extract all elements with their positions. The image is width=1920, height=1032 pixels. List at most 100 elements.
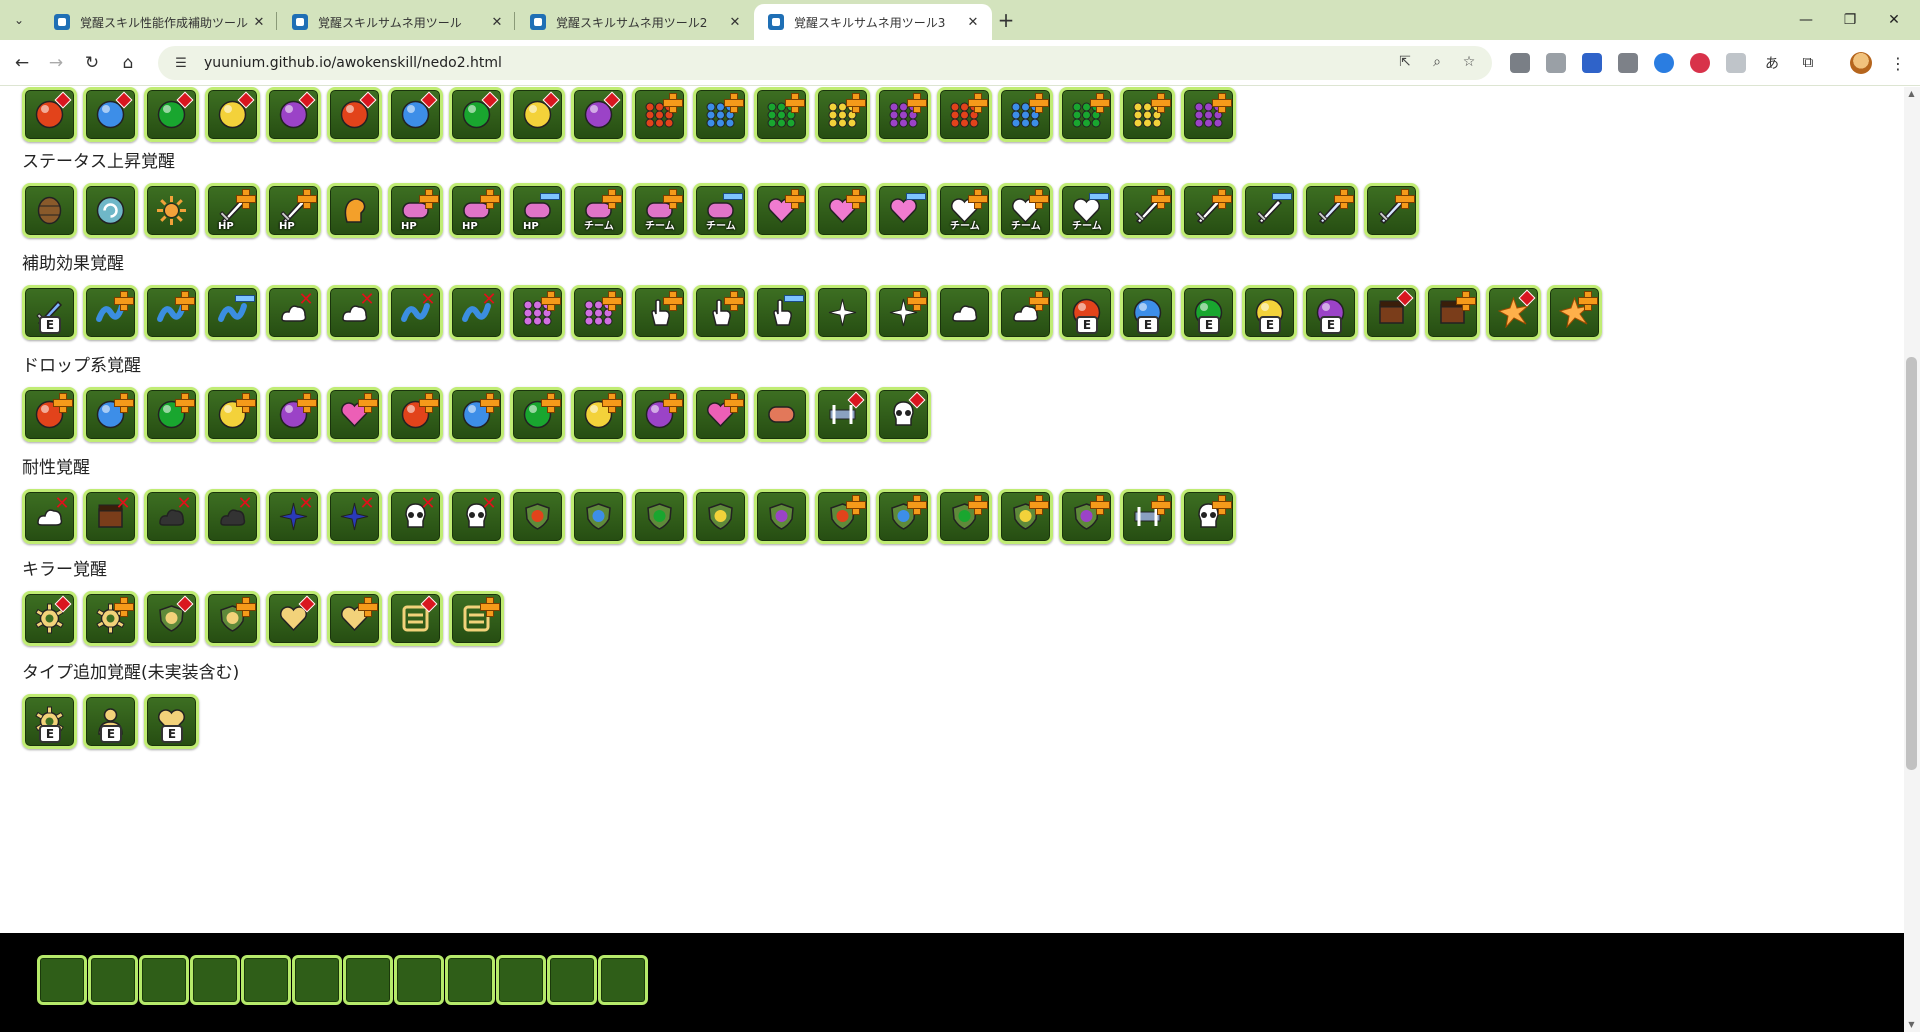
minimize-button[interactable]: — bbox=[1786, 6, 1826, 34]
awakening-dots-icon[interactable] bbox=[1120, 87, 1175, 142]
awakening-skull-icon[interactable]: ✕ bbox=[449, 489, 504, 544]
extension-3-icon[interactable] bbox=[1582, 53, 1602, 73]
tab-close-icon[interactable]: ✕ bbox=[964, 13, 982, 31]
awakening-slot[interactable] bbox=[445, 955, 495, 1005]
extension-7-icon[interactable] bbox=[1726, 53, 1746, 73]
awakening-skull-icon[interactable]: ✕ bbox=[388, 489, 443, 544]
awakening-pill-icon[interactable]: HP bbox=[449, 183, 504, 238]
awakening-hand-icon[interactable] bbox=[632, 285, 687, 340]
awakening-orb-icon[interactable] bbox=[388, 387, 443, 442]
awakening-hand-icon[interactable] bbox=[754, 285, 809, 340]
awakening-skull-icon[interactable] bbox=[1181, 489, 1236, 544]
awakening-wave-icon[interactable]: ✕ bbox=[449, 285, 504, 340]
awakening-cloud-icon[interactable]: ✕ bbox=[266, 285, 321, 340]
awakening-pill-icon[interactable]: HP bbox=[388, 183, 443, 238]
extension-5-icon[interactable] bbox=[1654, 53, 1674, 73]
awakening-slot[interactable] bbox=[598, 955, 648, 1005]
awakening-shield-icon[interactable] bbox=[693, 489, 748, 544]
awakening-dots-icon[interactable] bbox=[876, 87, 931, 142]
tab-2[interactable]: 覚醒スキルサムネ用ツール ✕ bbox=[278, 4, 516, 40]
awakening-burst-icon[interactable] bbox=[1486, 285, 1541, 340]
awakening-slot[interactable] bbox=[394, 955, 444, 1005]
awakening-hand-icon[interactable] bbox=[693, 285, 748, 340]
awakening-orb-icon[interactable] bbox=[266, 387, 321, 442]
awakening-wave-icon[interactable]: ✕ bbox=[388, 285, 443, 340]
extension-1-icon[interactable] bbox=[1510, 53, 1530, 73]
site-info-icon[interactable]: ☰ bbox=[172, 54, 190, 72]
awakening-slot[interactable] bbox=[88, 955, 138, 1005]
awakening-orb-icon[interactable] bbox=[571, 387, 626, 442]
awakening-shield-icon[interactable] bbox=[571, 489, 626, 544]
awakening-bar-icon[interactable] bbox=[815, 387, 870, 442]
awakening-orb-icon[interactable] bbox=[205, 87, 260, 142]
reload-icon[interactable]: ↻ bbox=[78, 49, 106, 77]
awakening-kanji-icon[interactable] bbox=[388, 591, 443, 646]
awakening-orb-icon[interactable] bbox=[632, 387, 687, 442]
home-icon[interactable]: ⌂ bbox=[114, 49, 142, 77]
awakening-orb-icon[interactable] bbox=[327, 87, 382, 142]
awakening-cloud-icon[interactable]: ✕ bbox=[205, 489, 260, 544]
awakening-orb-icon[interactable] bbox=[449, 87, 504, 142]
tab-4[interactable]: 覚醒スキルサムネ用ツール3 ✕ bbox=[754, 4, 992, 40]
awakening-burst-icon[interactable] bbox=[1547, 285, 1602, 340]
awakening-sword-icon[interactable] bbox=[1242, 183, 1297, 238]
awakening-dots-icon[interactable] bbox=[571, 285, 626, 340]
window-close-button[interactable]: ✕ bbox=[1874, 6, 1914, 34]
awakening-swirl-icon[interactable] bbox=[83, 183, 138, 238]
awakening-orb-icon[interactable] bbox=[205, 387, 260, 442]
open-in-app-icon[interactable]: ⇱ bbox=[1396, 53, 1414, 71]
awakening-heart-icon[interactable] bbox=[266, 591, 321, 646]
awakening-pill-icon[interactable]: HP bbox=[510, 183, 565, 238]
awakening-orb-icon[interactable] bbox=[83, 387, 138, 442]
tab-1[interactable]: 覚醒スキル性能作成補助ツール ✕ bbox=[40, 4, 278, 40]
awakening-pill-icon[interactable]: チーム bbox=[693, 183, 748, 238]
zoom-icon[interactable]: ⌕ bbox=[1428, 53, 1446, 71]
profile-avatar[interactable] bbox=[1850, 52, 1872, 74]
awakening-sword-icon[interactable] bbox=[1364, 183, 1419, 238]
restore-button[interactable]: ❐ bbox=[1830, 6, 1870, 34]
awakening-dots-icon[interactable] bbox=[815, 87, 870, 142]
awakening-sun-icon[interactable] bbox=[144, 183, 199, 238]
awakening-shield-icon[interactable] bbox=[632, 489, 687, 544]
awakening-wave-icon[interactable] bbox=[205, 285, 260, 340]
awakening-box-icon[interactable] bbox=[1364, 285, 1419, 340]
awakening-orb-icon[interactable] bbox=[510, 387, 565, 442]
tab-close-icon[interactable]: ✕ bbox=[726, 13, 744, 31]
awakening-slot[interactable] bbox=[343, 955, 393, 1005]
awakening-sword-icon[interactable]: HP bbox=[205, 183, 260, 238]
awakening-orb-icon[interactable] bbox=[571, 87, 626, 142]
awakening-shield-icon[interactable] bbox=[205, 591, 260, 646]
awakening-orb-icon[interactable] bbox=[83, 87, 138, 142]
awakening-sword-icon[interactable]: HP bbox=[266, 183, 321, 238]
awakening-heart-icon[interactable]: チーム bbox=[937, 183, 992, 238]
awakening-orb-icon[interactable]: E bbox=[1242, 285, 1297, 340]
awakening-pill-icon[interactable]: チーム bbox=[632, 183, 687, 238]
extension-6-icon[interactable] bbox=[1690, 53, 1710, 73]
awakening-gear-icon[interactable] bbox=[83, 591, 138, 646]
awakening-slot[interactable] bbox=[496, 955, 546, 1005]
awakening-dots-icon[interactable] bbox=[754, 87, 809, 142]
awakening-heart-icon[interactable] bbox=[327, 387, 382, 442]
awakening-wave-icon[interactable] bbox=[144, 285, 199, 340]
awakening-dots-icon[interactable] bbox=[510, 285, 565, 340]
awakening-shield-icon[interactable] bbox=[510, 489, 565, 544]
awakening-slot[interactable] bbox=[190, 955, 240, 1005]
awakening-box-icon[interactable]: ✕ bbox=[83, 489, 138, 544]
awakening-orb-icon[interactable] bbox=[22, 387, 77, 442]
awakening-dots-icon[interactable] bbox=[1181, 87, 1236, 142]
back-icon[interactable]: ← bbox=[8, 49, 36, 77]
awakening-dots-icon[interactable] bbox=[937, 87, 992, 142]
awakening-shield-icon[interactable] bbox=[937, 489, 992, 544]
awakening-orb-icon[interactable] bbox=[144, 387, 199, 442]
awakening-orb-icon[interactable]: E bbox=[1120, 285, 1175, 340]
awakening-orb-icon[interactable]: E bbox=[1181, 285, 1236, 340]
awakening-person-icon[interactable]: E bbox=[83, 694, 138, 749]
awakening-slot[interactable] bbox=[292, 955, 342, 1005]
awakening-pill-icon[interactable]: チーム bbox=[571, 183, 626, 238]
awakening-heart-icon[interactable]: チーム bbox=[998, 183, 1053, 238]
awakening-heart-icon[interactable] bbox=[876, 183, 931, 238]
awakening-wave-icon[interactable] bbox=[83, 285, 138, 340]
awakening-skull-icon[interactable] bbox=[876, 387, 931, 442]
awakening-cloud-icon[interactable]: ✕ bbox=[327, 285, 382, 340]
tab-close-icon[interactable]: ✕ bbox=[250, 13, 268, 31]
